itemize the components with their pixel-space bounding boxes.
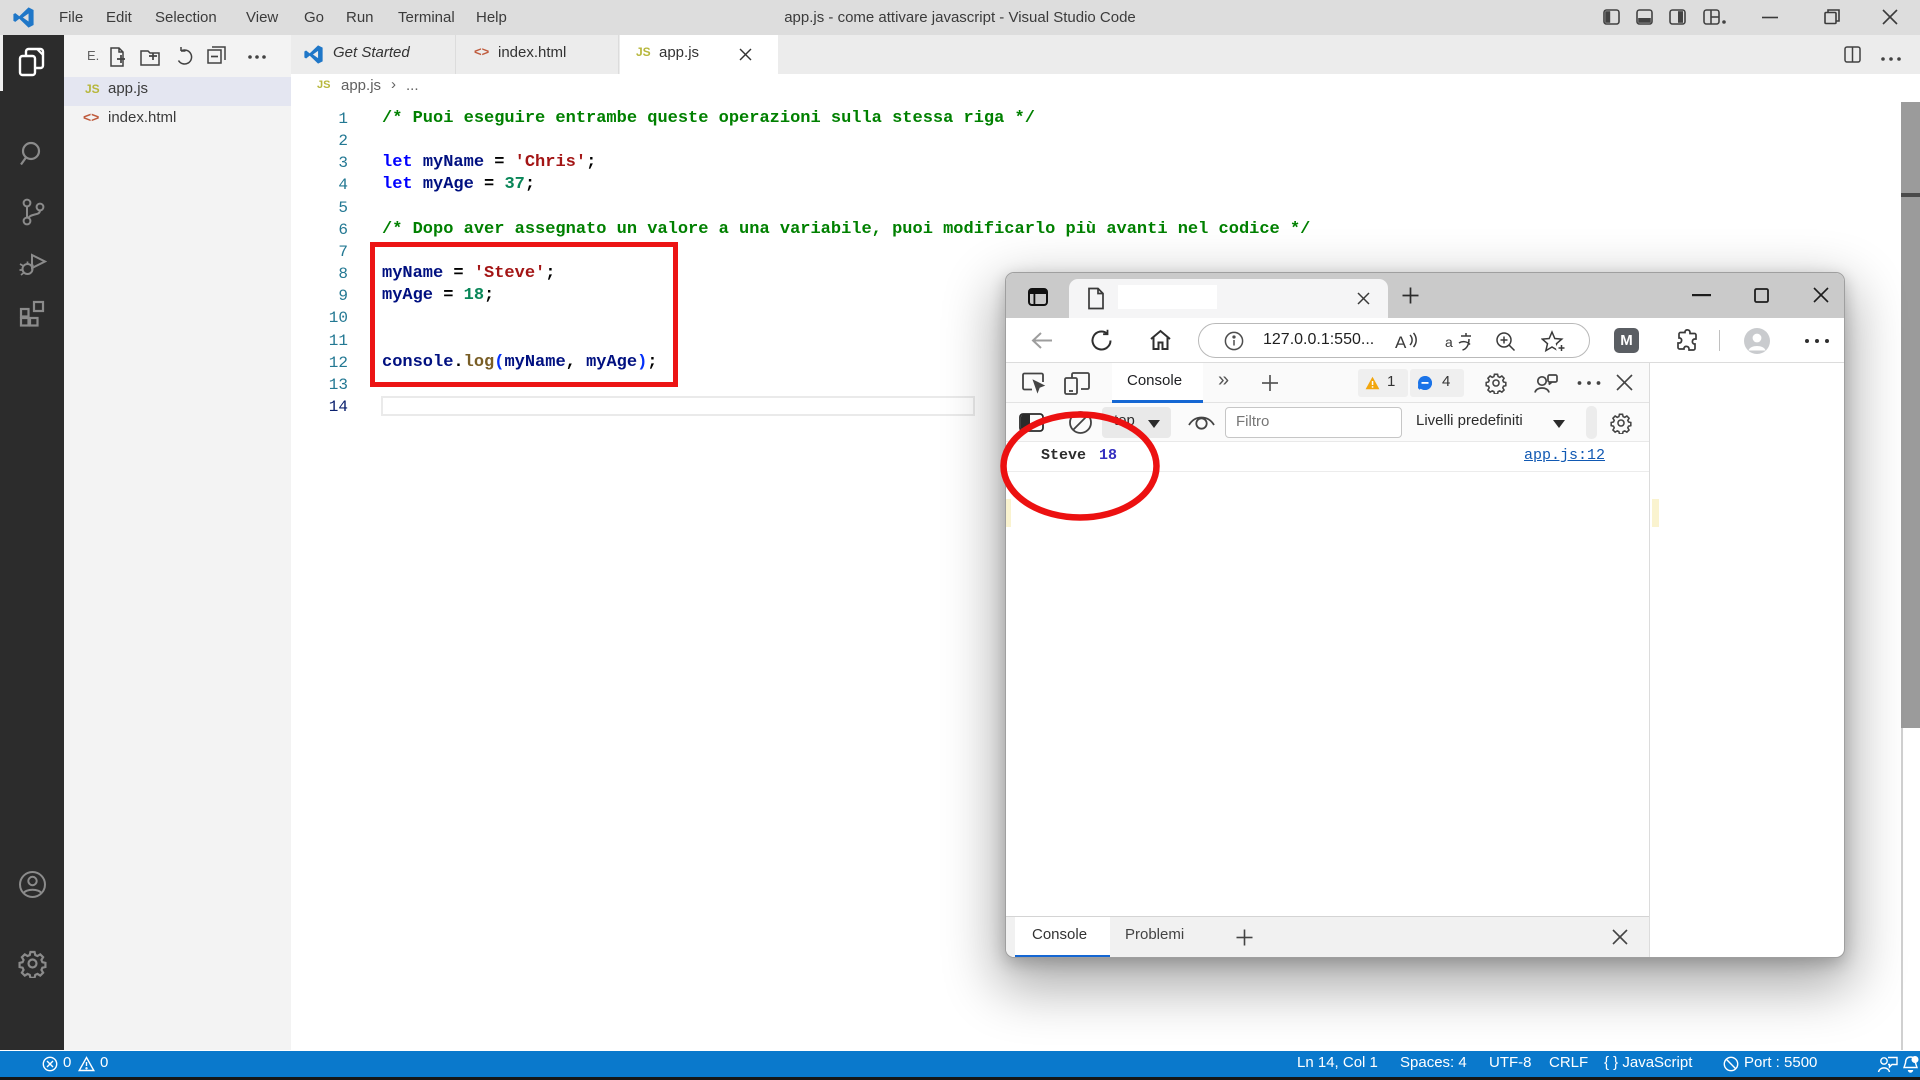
svg-text:A: A (1395, 333, 1407, 352)
svg-text:a: a (1445, 334, 1453, 350)
